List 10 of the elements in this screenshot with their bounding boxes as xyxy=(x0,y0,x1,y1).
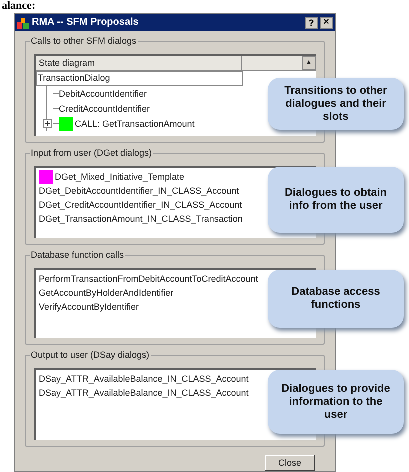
group-label: Database function calls xyxy=(30,249,126,261)
group-label: Calls to other SFM dialogs xyxy=(30,35,138,47)
callout-tooltip: Transitions to other dialogues and their slots xyxy=(268,78,404,130)
group-label: Output to user (DSay dialogs) xyxy=(30,349,151,361)
window-title: RMA -- SFM Proposals xyxy=(32,16,140,28)
callout-tooltip: Dialogues to provide information to the user xyxy=(268,370,404,434)
caption-text: alance: xyxy=(1,0,36,12)
group-label: Input from user (DGet dialogs) xyxy=(30,147,154,159)
callout-tooltip: Dialogues to obtain info from the user xyxy=(268,167,404,233)
callout-tooltip: Database access functions xyxy=(268,270,404,328)
